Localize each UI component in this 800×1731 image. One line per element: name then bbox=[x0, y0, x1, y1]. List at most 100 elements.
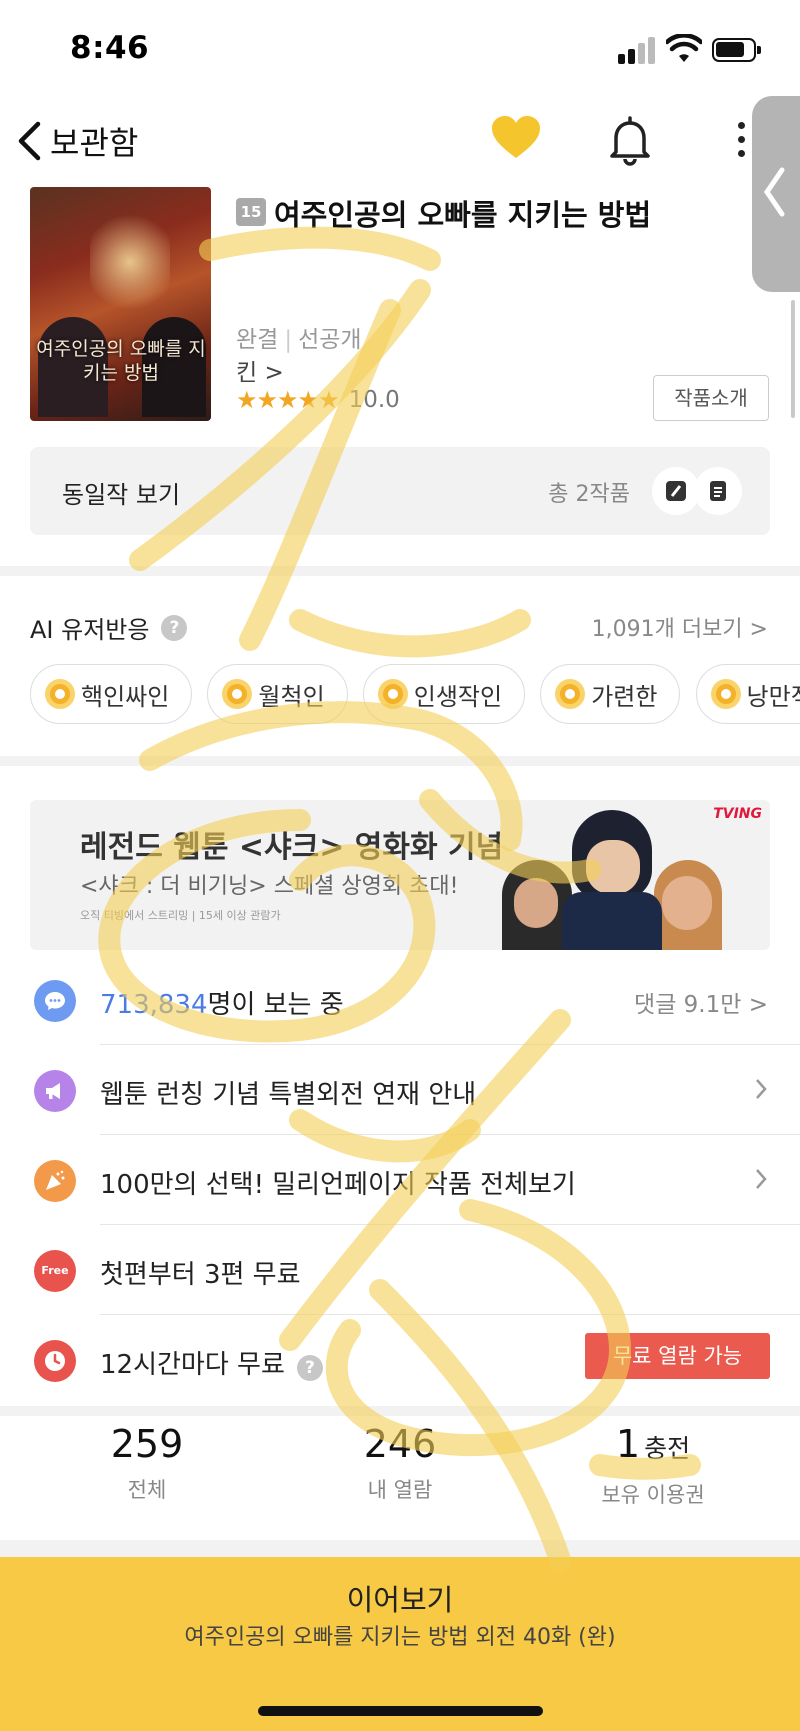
free-open-button[interactable]: 무료 열람 가능 bbox=[585, 1333, 770, 1379]
list-view-icon bbox=[710, 481, 726, 501]
coin-icon bbox=[45, 679, 75, 709]
rating: ★★★★★ 10.0 bbox=[236, 386, 400, 414]
promo-text: 100만의 선택! 밀리언페이지 작품 전체보기 bbox=[100, 1170, 576, 1200]
promo-banner[interactable]: 레전드 웹툰 <샤크> 영화화 기념 <샤크 : 더 비기닝> 스페셜 상영회 … bbox=[30, 800, 770, 950]
status-preview: 선공개 bbox=[298, 327, 362, 353]
more-icon[interactable] bbox=[732, 122, 750, 162]
chip-label: 월척인 bbox=[258, 682, 325, 711]
comment-icon bbox=[34, 980, 76, 1022]
notice-text: 웹툰 런칭 기념 특별외전 연재 안내 bbox=[100, 1080, 477, 1110]
charge-link[interactable]: 충전 bbox=[644, 1434, 690, 1463]
ai-reactions-more[interactable]: 1,091개 더보기 > bbox=[592, 611, 768, 643]
top-nav: 보관함 bbox=[0, 100, 800, 180]
author-link[interactable]: 킨 > bbox=[236, 353, 284, 387]
section-divider bbox=[0, 1540, 800, 1557]
free-icon: Free bbox=[34, 1250, 76, 1292]
signal-icon bbox=[618, 36, 662, 64]
work-status: 완결 | 선공개 bbox=[236, 327, 362, 353]
status-complete: 완결 bbox=[236, 327, 279, 353]
age-rating-badge: 15 bbox=[236, 198, 266, 226]
same-work-label: 동일작 보기 bbox=[62, 481, 181, 509]
chevron-right-icon bbox=[756, 1169, 767, 1189]
megaphone-icon bbox=[34, 1070, 76, 1112]
heart-icon[interactable] bbox=[490, 115, 542, 161]
reaction-chip[interactable]: 핵인싸인 bbox=[30, 664, 193, 724]
stat-tickets-caption: 보유 이용권 bbox=[601, 1483, 705, 1507]
banner-subline: <샤크 : 더 비기닝> 스페셜 상영회 초대! bbox=[80, 874, 459, 899]
help-icon[interactable]: ? bbox=[296, 1355, 323, 1381]
banner-fine-print: 오직 티빙에서 스트리밍 | 15세 이상 관람가 bbox=[80, 909, 281, 922]
wait-free-text: 12시간마다 무료? bbox=[100, 1344, 323, 1381]
reaction-chip[interactable]: 낭만적 bbox=[695, 664, 800, 724]
status-bar: 8:46 bbox=[0, 0, 800, 100]
coin-icon bbox=[555, 679, 586, 709]
viewers-row[interactable]: 713,834명이 보는 중 댓글 9.1만 > bbox=[0, 955, 800, 1045]
home-indicator[interactable] bbox=[258, 1706, 543, 1716]
stat-opened-caption: 내 열람 bbox=[367, 1478, 433, 1502]
chevron-left-icon bbox=[18, 121, 41, 161]
rating-value: 10.0 bbox=[348, 387, 400, 413]
continue-reading-button[interactable]: 이어보기 여주인공의 오빠를 지키는 방법 외전 40화 (완) bbox=[0, 1557, 800, 1731]
chevron-right-icon bbox=[756, 1079, 767, 1099]
reaction-chips: 핵인싸인 월척인 인생작인 가련한 낭만적 bbox=[30, 664, 800, 726]
clock-icon bbox=[34, 1340, 76, 1382]
wait-free-label: 12시간마다 무료 bbox=[100, 1350, 285, 1380]
ai-reactions-title: AI 유저반응? bbox=[30, 610, 188, 645]
reaction-chip[interactable]: 월척인 bbox=[207, 664, 348, 724]
chip-label: 핵인싸인 bbox=[81, 682, 170, 711]
stat-total-caption: 전체 bbox=[127, 1478, 167, 1502]
back-button[interactable]: 보관함 bbox=[16, 118, 138, 164]
grid-view-icon bbox=[666, 481, 686, 501]
banner-artwork: TVING bbox=[502, 800, 762, 950]
stat-total-number: 259 bbox=[110, 1422, 184, 1466]
promo-row[interactable]: 100만의 선택! 밀리언페이지 작품 전체보기 bbox=[0, 1135, 800, 1225]
coin-icon bbox=[377, 679, 408, 709]
clock-time: 8:46 bbox=[70, 30, 150, 66]
chip-label: 인생작인 bbox=[413, 682, 503, 711]
stat-tickets-number: 1 bbox=[615, 1422, 641, 1466]
back-label: 보관함 bbox=[50, 124, 139, 162]
chip-label: 낭만적 bbox=[746, 682, 800, 711]
episode-stats: 259 전체 246 내 열람 1 충전 보유 이용권 bbox=[0, 1418, 800, 1538]
list-view-button[interactable] bbox=[694, 467, 742, 515]
banner-headline: 레전드 웹툰 <샤크> 영화화 기념 bbox=[80, 830, 504, 865]
help-icon[interactable]: ? bbox=[161, 614, 188, 641]
coin-icon bbox=[222, 679, 253, 709]
viewers-suffix: 명이 보는 중 bbox=[207, 990, 344, 1020]
free-first-row: Free 첫편부터 3편 무료 bbox=[0, 1225, 800, 1315]
wait-free-row: 12시간마다 무료? 무료 열람 가능 bbox=[0, 1315, 800, 1405]
same-work-count: 총 2작품 bbox=[548, 482, 630, 507]
bell-icon[interactable] bbox=[604, 114, 656, 166]
reaction-chip[interactable]: 인생작인 bbox=[362, 664, 526, 724]
tving-logo: TVING bbox=[713, 806, 762, 822]
reaction-chip[interactable]: 가련한 bbox=[540, 664, 681, 724]
section-divider bbox=[0, 1406, 800, 1416]
cover-image[interactable]: 여주인공의 오빠를 지키는 방법 bbox=[30, 187, 211, 421]
continue-reading-label: 이어보기 bbox=[346, 1583, 454, 1617]
wifi-icon bbox=[666, 34, 702, 62]
scrollbar[interactable] bbox=[791, 300, 795, 418]
party-popper-icon bbox=[34, 1160, 76, 1202]
comments-link[interactable]: 댓글 9.1만 > bbox=[634, 985, 768, 1019]
work-title: 여주인공의 오빠를 지키는 방법 bbox=[274, 198, 652, 232]
section-divider bbox=[0, 566, 800, 576]
ai-reactions-label: AI 유저반응 bbox=[30, 616, 150, 644]
continue-reading-episode: 여주인공의 오빠를 지키는 방법 외전 40화 (완) bbox=[184, 1625, 616, 1650]
notice-row[interactable]: 웹툰 런칭 기념 특별외전 연재 안내 bbox=[0, 1045, 800, 1135]
intro-button[interactable]: 작품소개 bbox=[653, 375, 769, 421]
coin-icon bbox=[710, 679, 741, 709]
stat-tickets[interactable]: 1 충전 보유 이용권 bbox=[533, 1418, 773, 1509]
same-work-box[interactable]: 동일작 보기 총 2작품 bbox=[30, 447, 770, 535]
stat-total[interactable]: 259 전체 bbox=[27, 1418, 267, 1504]
battery-icon bbox=[712, 38, 761, 62]
free-first-text: 첫편부터 3편 무료 bbox=[100, 1260, 301, 1290]
viewers-text: 713,834명이 보는 중 bbox=[100, 984, 344, 1021]
side-panel-handle[interactable] bbox=[752, 96, 800, 292]
stat-opened[interactable]: 246 내 열람 bbox=[280, 1418, 520, 1504]
grid-view-button[interactable] bbox=[652, 467, 700, 515]
stat-opened-number: 246 bbox=[363, 1422, 437, 1466]
section-divider bbox=[0, 756, 800, 766]
viewers-count: 713,834 bbox=[100, 990, 208, 1020]
cover-title: 여주인공의 오빠를 지키는 방법 bbox=[36, 338, 206, 384]
star-icons: ★★★★★ bbox=[236, 386, 340, 414]
